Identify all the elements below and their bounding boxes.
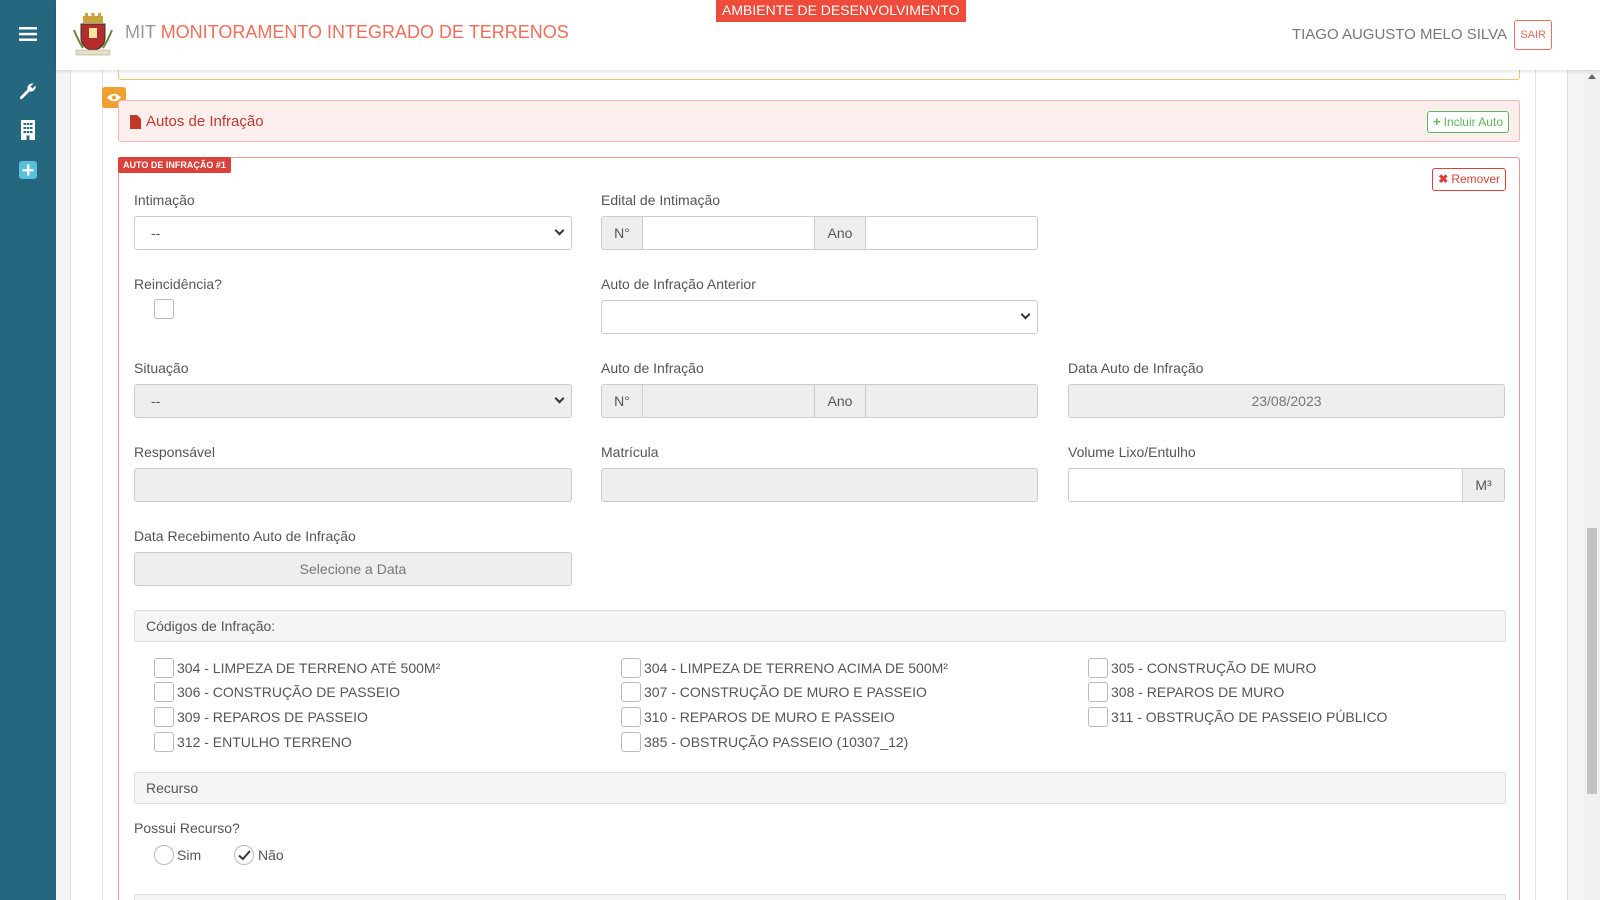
codigo-checkbox[interactable] <box>621 732 641 752</box>
codigo-item[interactable]: 305 - CONSTRUÇÃO DE MURO <box>1088 657 1316 679</box>
sidebar <box>0 0 56 900</box>
auto-anterior-label: Auto de Infração Anterior <box>601 276 756 292</box>
chevron-down-icon <box>554 225 565 236</box>
next-section-header <box>134 894 1506 900</box>
edital-ano-addon: Ano <box>814 216 866 250</box>
recurso-nao-label: Não <box>258 847 284 863</box>
recurso-sim-radio[interactable] <box>154 845 174 865</box>
close-icon: ✖ <box>1438 172 1449 186</box>
situacao-value: -- <box>151 393 161 409</box>
possui-recurso-label: Possui Recurso? <box>134 820 240 836</box>
intimacao-select[interactable]: -- <box>134 216 572 250</box>
app-title: MIT MONITORAMENTO INTEGRADO DE TERRENOS <box>125 22 569 43</box>
codigo-item[interactable]: 312 - ENTULHO TERRENO <box>154 731 352 753</box>
edital-num-input[interactable] <box>642 216 815 250</box>
reincidencia-label: Reincidência? <box>134 276 222 292</box>
volume-input[interactable] <box>1068 468 1463 502</box>
matricula-label: Matrícula <box>601 444 659 460</box>
auto-num-addon: N° <box>601 384 643 418</box>
codigo-checkbox[interactable] <box>1088 658 1108 678</box>
remove-label: Remover <box>1451 172 1500 186</box>
auto-infracao-label: Auto de Infração <box>601 360 704 376</box>
app-prefix: MIT <box>125 22 156 42</box>
environment-badge: AMBIENTE DE DESENVOLVIMENTO <box>716 0 966 22</box>
plus-icon: + <box>1433 114 1441 129</box>
auto-tag: AUTO DE INFRAÇÃO #1 <box>118 157 231 173</box>
situacao-label: Situação <box>134 360 189 376</box>
city-logo <box>70 12 116 58</box>
edital-ano-input[interactable] <box>865 216 1038 250</box>
scrollbar[interactable] <box>1584 70 1600 900</box>
building-icon[interactable] <box>14 116 42 144</box>
user-name: TIAGO AUGUSTO MELO SILVA <box>1291 26 1507 43</box>
codigo-checkbox[interactable] <box>154 707 174 727</box>
codigo-item[interactable]: 310 - REPAROS DE MURO E PASSEIO <box>621 706 895 728</box>
codigo-checkbox[interactable] <box>621 682 641 702</box>
edital-label: Edital de Intimação <box>601 192 721 208</box>
add-auto-button[interactable]: + Incluir Auto <box>1427 111 1509 133</box>
remove-auto-button[interactable]: ✖ Remover <box>1432 168 1506 191</box>
codigo-checkbox[interactable] <box>1088 682 1108 702</box>
autos-section-header: Autos de Infração + Incluir Auto <box>118 100 1520 142</box>
edital-num-addon: N° <box>601 216 643 250</box>
codigo-item[interactable]: 385 - OBSTRUÇÃO PASSEIO (10307_12) <box>621 731 908 753</box>
plus-square-icon[interactable] <box>14 156 42 184</box>
scroll-thumb[interactable] <box>1587 528 1597 794</box>
section-title: Autos de Infração <box>146 113 264 130</box>
codigo-item[interactable]: 308 - REPAROS DE MURO <box>1088 681 1284 703</box>
responsavel-label: Responsável <box>134 444 215 460</box>
add-auto-label: Incluir Auto <box>1443 115 1503 129</box>
codigo-item[interactable]: 306 - CONSTRUÇÃO DE PASSEIO <box>154 681 400 703</box>
codigo-checkbox[interactable] <box>154 658 174 678</box>
wrench-icon[interactable] <box>14 77 42 105</box>
volume-unit-addon: M³ <box>1462 468 1505 502</box>
codigo-checkbox[interactable] <box>154 732 174 752</box>
data-recebimento-label: Data Recebimento Auto de Infração <box>134 528 356 544</box>
intimacao-value: -- <box>151 225 161 241</box>
data-recebimento-input[interactable]: Selecione a Data <box>134 552 572 586</box>
scroll-up-icon[interactable] <box>1588 74 1596 79</box>
intimacao-label: Intimação <box>134 192 195 208</box>
data-auto-input[interactable]: 23/08/2023 <box>1068 384 1505 418</box>
recurso-sim-label: Sim <box>177 847 202 863</box>
codigo-item[interactable]: 307 - CONSTRUÇÃO DE MURO E PASSEIO <box>621 681 927 703</box>
codigos-header: Códigos de Infração: <box>134 610 1506 642</box>
reincidencia-checkbox[interactable] <box>154 299 174 319</box>
app-name: MONITORAMENTO INTEGRADO DE TERRENOS <box>160 22 569 42</box>
codigo-item[interactable]: 304 - LIMPEZA DE TERRENO ATÉ 500M² <box>154 657 440 679</box>
auto-ano-input[interactable] <box>865 384 1038 418</box>
chevron-down-icon <box>1020 309 1031 320</box>
check-icon <box>237 849 251 860</box>
logout-button[interactable]: SAIR <box>1514 20 1552 50</box>
situacao-select[interactable]: -- <box>134 384 572 418</box>
data-auto-label: Data Auto de Infração <box>1068 360 1204 376</box>
menu-icon[interactable] <box>14 20 42 48</box>
codigo-checkbox[interactable] <box>621 658 641 678</box>
codigo-item[interactable]: 304 - LIMPEZA DE TERRENO ACIMA DE 500M² <box>621 657 948 679</box>
file-icon <box>130 114 141 129</box>
recurso-header: Recurso <box>134 772 1506 804</box>
volume-label: Volume Lixo/Entulho <box>1068 444 1196 460</box>
matricula-input[interactable] <box>601 468 1038 502</box>
codigo-item[interactable]: 311 - OBSTRUÇÃO DE PASSEIO PÚBLICO <box>1088 706 1387 728</box>
chevron-down-icon <box>554 393 565 404</box>
auto-anterior-select[interactable] <box>601 300 1038 334</box>
recurso-nao-radio[interactable] <box>234 845 254 865</box>
auto-ano-addon: Ano <box>814 384 866 418</box>
codigo-checkbox[interactable] <box>1088 707 1108 727</box>
auto-num-input[interactable] <box>642 384 815 418</box>
codigo-checkbox[interactable] <box>154 682 174 702</box>
codigo-checkbox[interactable] <box>621 707 641 727</box>
top-bar: MIT MONITORAMENTO INTEGRADO DE TERRENOS … <box>56 0 1600 70</box>
codigo-item[interactable]: 309 - REPAROS DE PASSEIO <box>154 706 368 728</box>
responsavel-input[interactable] <box>134 468 572 502</box>
